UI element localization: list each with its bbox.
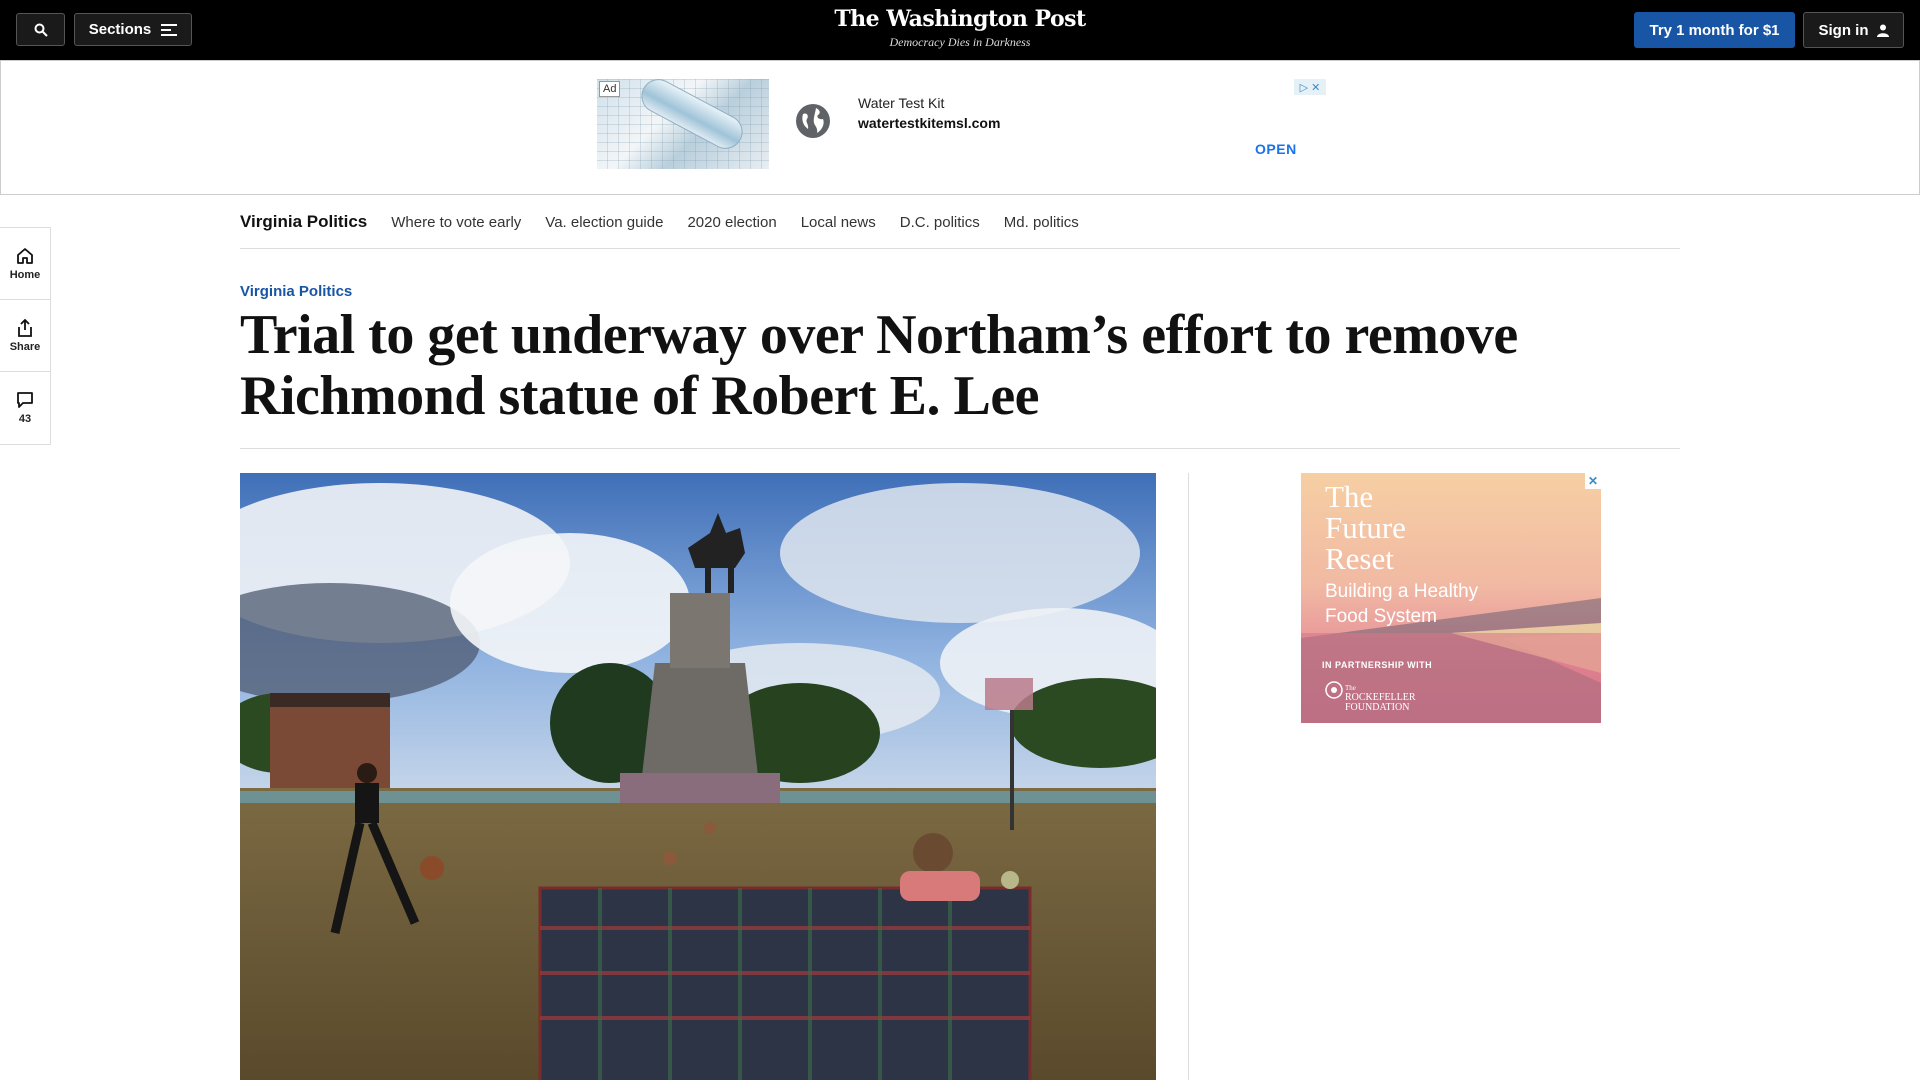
- ad-label: Ad: [599, 81, 621, 97]
- section-subnav: Virginia Politics Where to vote early Va…: [240, 196, 1680, 249]
- subnav-item-md-politics[interactable]: Md. politics: [1004, 214, 1079, 231]
- ad-url[interactable]: watertestkitemsl.com: [858, 115, 1000, 131]
- comments-count: 43: [18, 413, 32, 425]
- masthead[interactable]: The Washington Post Democracy Dies in Da…: [760, 6, 1160, 50]
- rockefeller-logo-icon: [1325, 681, 1343, 699]
- share-icon: [18, 318, 32, 337]
- menu-icon: [161, 23, 178, 36]
- side-ad-subtitle-line-1: Building a Healthy: [1325, 581, 1479, 602]
- top-ad-banner[interactable]: Ad Water Test Kit watertestkitemsl.com O…: [0, 60, 1920, 195]
- side-ad-partner-label: IN PARTNERSHIP WITH: [1322, 660, 1433, 670]
- sign-in-label: Sign in: [1818, 21, 1869, 39]
- side-ad-title-line-1: The: [1325, 479, 1374, 514]
- side-ad-subtitle: Building a Healthy Food System: [1325, 579, 1478, 629]
- sign-in-button[interactable]: Sign in: [1803, 12, 1904, 48]
- site-tagline: Democracy Dies in Darkness: [889, 35, 1031, 49]
- globe-icon: [794, 102, 832, 140]
- article-headline: Trial to get underway over Northam’s eff…: [240, 305, 1680, 427]
- top-navigation-bar: Sections The Washington Post Democracy D…: [0, 0, 1920, 60]
- article-kicker[interactable]: Virginia Politics: [240, 283, 352, 300]
- left-action-rail: Home Share 43: [0, 227, 51, 445]
- side-ad-partner-name: The ROCKEFELLER FOUNDATION: [1345, 683, 1416, 713]
- share-label: Share: [9, 340, 41, 353]
- ad-title[interactable]: Water Test Kit: [858, 95, 944, 111]
- ad-close-icon[interactable]: ✕: [1311, 81, 1320, 94]
- search-button[interactable]: [16, 13, 65, 46]
- sections-label: Sections: [88, 21, 152, 38]
- side-ad[interactable]: The Future Reset Building a Healthy Food…: [1301, 473, 1601, 723]
- headline-divider: [240, 448, 1680, 449]
- side-ad-subtitle-line-2: Food System: [1325, 606, 1437, 627]
- site-logo[interactable]: The Washington Post: [760, 6, 1160, 32]
- ad-open-button[interactable]: OPEN: [1255, 141, 1297, 157]
- headline-line-1: Trial to get underway over Northam’s eff…: [240, 304, 1518, 366]
- subnav-section-title[interactable]: Virginia Politics: [240, 212, 367, 232]
- search-icon: [34, 23, 48, 37]
- side-ad-partner-line-2: FOUNDATION: [1345, 702, 1410, 713]
- subscribe-button[interactable]: Try 1 month for $1: [1634, 12, 1795, 48]
- ad-choices-icon[interactable]: ▷ ✕: [1294, 79, 1326, 95]
- side-ad-title-line-3: Reset: [1325, 541, 1394, 576]
- subnav-item-dc-politics[interactable]: D.C. politics: [900, 214, 980, 231]
- comments-button[interactable]: 43: [0, 372, 50, 444]
- home-icon: [17, 247, 33, 264]
- share-button[interactable]: Share: [0, 300, 50, 372]
- subnav-item-election-guide[interactable]: Va. election guide: [545, 214, 663, 231]
- column-divider: [1188, 473, 1189, 1080]
- side-ad-title-line-2: Future: [1325, 510, 1406, 545]
- lead-photo[interactable]: [240, 473, 1156, 1080]
- sections-menu-button[interactable]: Sections: [74, 13, 192, 46]
- home-label: Home: [9, 268, 41, 281]
- subnav-item-local-news[interactable]: Local news: [801, 214, 876, 231]
- home-button[interactable]: Home: [0, 228, 50, 300]
- user-icon: [1876, 24, 1889, 37]
- ad-play-icon: ▷: [1299, 81, 1309, 94]
- ad-image[interactable]: [597, 79, 769, 169]
- headline-line-2: Richmond statue of Robert E. Lee: [240, 365, 1040, 427]
- side-ad-title: The Future Reset: [1325, 481, 1406, 574]
- comment-icon: [17, 392, 33, 408]
- side-ad-partner-prefix: The: [1345, 684, 1356, 692]
- subnav-item-vote-early[interactable]: Where to vote early: [391, 214, 521, 231]
- subnav-item-2020-election[interactable]: 2020 election: [687, 214, 776, 231]
- side-ad-close-icon[interactable]: ✕: [1585, 473, 1601, 489]
